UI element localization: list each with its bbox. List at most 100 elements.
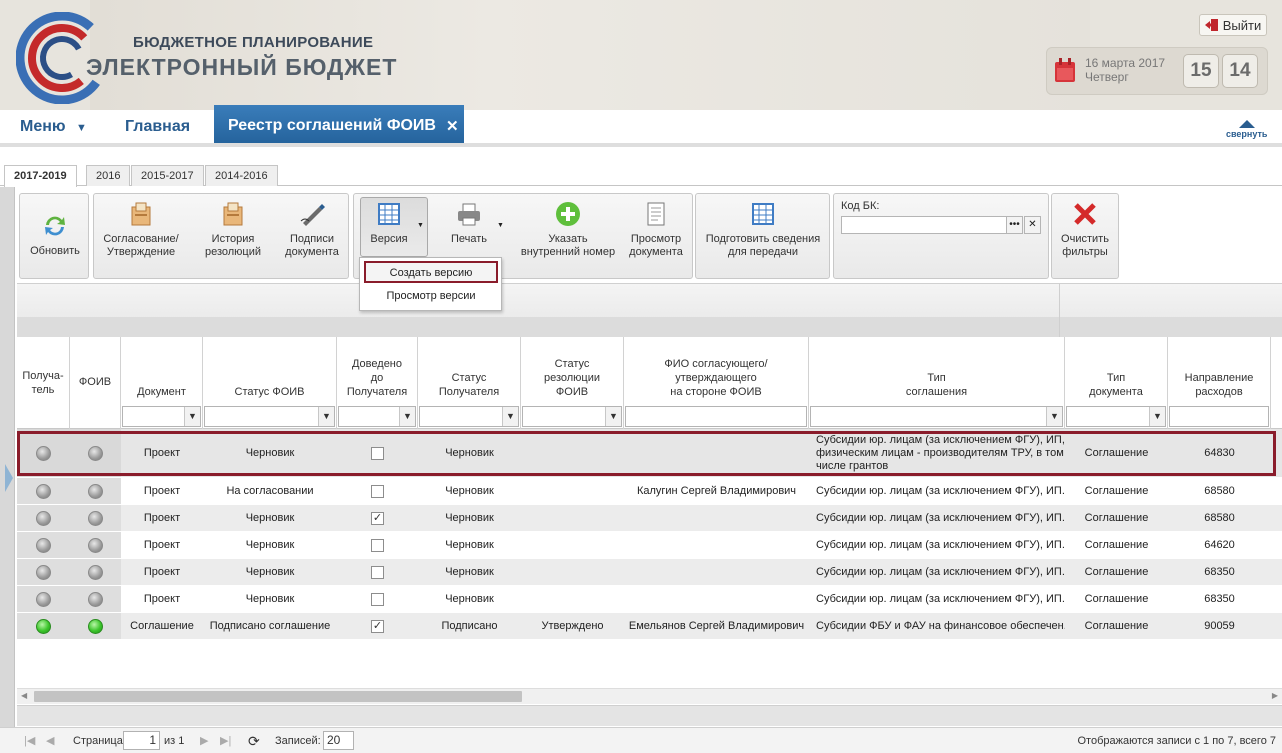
left-panel-strip[interactable] <box>0 187 15 727</box>
home-link[interactable]: Главная <box>125 118 190 136</box>
prepare-data-button[interactable]: Подготовить сведения для передачи <box>700 201 826 259</box>
tab-year-2017-2019[interactable]: 2017-2019 <box>4 165 77 187</box>
clear-filters-button[interactable]: Очистить фильтры <box>1055 201 1115 259</box>
expand-panel-icon[interactable] <box>5 464 13 492</box>
delivered-checkbox[interactable]: ✓ <box>371 511 384 525</box>
close-icon[interactable]: ✕ <box>446 117 459 135</box>
cell-foiv-status: Черновик <box>245 539 295 551</box>
print-button[interactable]: Печать <box>446 201 492 246</box>
chevron-down-icon[interactable]: ▼ <box>318 407 334 426</box>
chevron-down-icon: ▼ <box>76 122 87 134</box>
chevron-down-icon[interactable]: ▼ <box>502 407 518 426</box>
refresh-button[interactable]: Обновить <box>25 213 85 258</box>
internal-number-button[interactable]: Указать внутренний номер <box>520 201 616 259</box>
page-input[interactable]: 1 <box>123 731 160 750</box>
print-dropdown-arrow-icon[interactable]: ▼ <box>497 222 504 229</box>
status-lamp-icon <box>36 537 51 553</box>
first-page-icon[interactable]: |◀ <box>24 732 35 750</box>
version-button[interactable]: Версия <box>365 201 413 246</box>
filter-doc-type[interactable]: ▼ <box>1066 406 1166 427</box>
exit-button[interactable]: Выйти <box>1199 14 1267 36</box>
tab-year-2014-2016[interactable]: 2014-2016 <box>205 165 278 186</box>
filter-agreement-type[interactable]: ▼ <box>810 406 1063 427</box>
kbk-input[interactable] <box>841 216 1007 234</box>
table-row[interactable]: Проект Черновик Черновик Субсидии юр. лицам… <box>17 429 1282 478</box>
column-doc-type[interactable]: Тип документа ▼ <box>1065 337 1168 429</box>
current-weekday: Четверг <box>1085 70 1129 84</box>
scroll-right-icon[interactable]: ▶ <box>1272 691 1278 700</box>
delivered-checkbox[interactable] <box>371 592 384 606</box>
column-recipient-status[interactable]: Статус Получателя ▼ <box>418 337 521 429</box>
clear-icon <box>1074 203 1096 225</box>
filter-expense-direction[interactable] <box>1169 406 1269 427</box>
refresh-icon <box>45 216 65 236</box>
table-row[interactable]: Проект Черновик Черновик Субсидии юр. лицам… <box>17 532 1282 559</box>
chevron-down-icon[interactable]: ▼ <box>184 407 200 426</box>
next-page-icon[interactable]: ▶ <box>200 732 208 750</box>
table-row[interactable]: Проект На согласовании Черновик Калугин Сер… <box>17 478 1282 505</box>
collapse-label: свернуть <box>1226 129 1268 139</box>
column-foiv-status[interactable]: Статус ФОИВ ▼ <box>203 337 337 429</box>
delivered-checkbox[interactable] <box>371 538 384 552</box>
column-foiv[interactable]: ФОИВ <box>70 337 121 429</box>
last-page-icon[interactable]: ▶| <box>220 732 231 750</box>
status-lamp-icon <box>36 483 51 499</box>
history-button[interactable]: История резолюций <box>198 201 268 259</box>
tab-year-2016[interactable]: 2016 <box>86 165 131 186</box>
menu-label: Меню <box>20 118 66 135</box>
scrollbar-thumb[interactable] <box>34 691 522 702</box>
menu-button[interactable]: Меню ▼ <box>20 118 87 136</box>
column-agreement-type[interactable]: Тип соглашения ▼ <box>809 337 1065 429</box>
signatures-button[interactable]: Подписи документа <box>280 201 344 259</box>
column-doc-type-label-2: документа <box>1089 386 1143 398</box>
delivered-checkbox[interactable] <box>371 565 384 579</box>
view-version-item[interactable]: Просмотр версии <box>364 286 498 308</box>
status-lamp-icon <box>88 618 103 634</box>
column-delivered[interactable]: Доведено до Получателя ▼ <box>337 337 418 429</box>
cell-resolution-status: Утверждено <box>541 620 604 632</box>
tab-year-2015-2017[interactable]: 2015-2017 <box>131 165 204 186</box>
records-per-page-input[interactable]: 20 <box>323 731 354 750</box>
delivered-checkbox[interactable] <box>371 484 384 498</box>
column-resolution-status[interactable]: Статус резолюции ФОИВ ▼ <box>521 337 624 429</box>
column-document[interactable]: Документ ▼ <box>121 337 203 429</box>
delivered-checkbox[interactable]: ✓ <box>371 619 384 633</box>
chevron-down-icon[interactable]: ▼ <box>605 407 621 426</box>
kbk-select-button[interactable]: ••• <box>1006 216 1023 234</box>
filter-approver[interactable] <box>625 406 807 427</box>
filter-delivered[interactable]: ▼ <box>338 406 416 427</box>
column-recipient-status-label-1: Статус <box>451 372 487 384</box>
view-document-button[interactable]: Просмотр документа <box>626 201 686 259</box>
chevron-down-icon[interactable]: ▼ <box>1149 407 1165 426</box>
collapse-button[interactable]: свернуть <box>1226 120 1267 139</box>
approval-button[interactable]: Согласование/ Утверждение <box>100 201 182 259</box>
table-row[interactable]: Проект Черновик ✓ Черновик Субсидии юр. лица… <box>17 505 1282 532</box>
filter-document[interactable]: ▼ <box>122 406 201 427</box>
table-row[interactable]: Проект Черновик Черновик Субсидии юр. лицам… <box>17 586 1282 613</box>
horizontal-scrollbar[interactable]: ◀ ▶ <box>17 688 1282 704</box>
create-version-item[interactable]: Создать версию <box>364 261 498 283</box>
chevron-down-icon[interactable]: ▼ <box>1046 407 1062 426</box>
filter-resolution-status[interactable]: ▼ <box>522 406 622 427</box>
column-expense-direction[interactable]: Направление расходов <box>1168 337 1271 429</box>
table-header: Получа- тель ФОИВ Документ ▼ Статус ФОИВ… <box>17 337 1282 429</box>
status-lamp-icon <box>36 445 51 461</box>
cell-recipient-status: Черновик <box>445 447 494 459</box>
column-approver[interactable]: ФИО согласующего/ утверждающего на сторо… <box>624 337 809 429</box>
table-row[interactable]: Проект Черновик Черновик Субсидии юр. лицам… <box>17 559 1282 586</box>
kbk-clear-button[interactable]: ✕ <box>1024 216 1041 234</box>
table-row[interactable]: Соглашение Подписано соглашение ✓ Подписано… <box>17 613 1282 640</box>
version-dropdown-arrow-icon[interactable]: ▼ <box>417 222 424 229</box>
column-recipient[interactable]: Получа- тель <box>17 337 70 429</box>
filter-foiv-status[interactable]: ▼ <box>204 406 335 427</box>
scroll-left-icon[interactable]: ◀ <box>21 691 27 700</box>
chevron-down-icon[interactable]: ▼ <box>399 407 415 426</box>
reload-icon[interactable]: ⟳ <box>248 732 260 750</box>
tab-registry[interactable]: Реестр соглашений ФОИВ ✕ <box>214 105 464 147</box>
prev-page-icon[interactable]: ◀ <box>46 732 54 750</box>
cell-delivered <box>337 559 418 585</box>
delivered-checkbox[interactable] <box>371 446 384 460</box>
prepare-data-label-1: Подготовить сведения <box>705 233 821 245</box>
cell-foiv-lamp <box>70 505 121 531</box>
filter-recipient-status[interactable]: ▼ <box>419 406 519 427</box>
